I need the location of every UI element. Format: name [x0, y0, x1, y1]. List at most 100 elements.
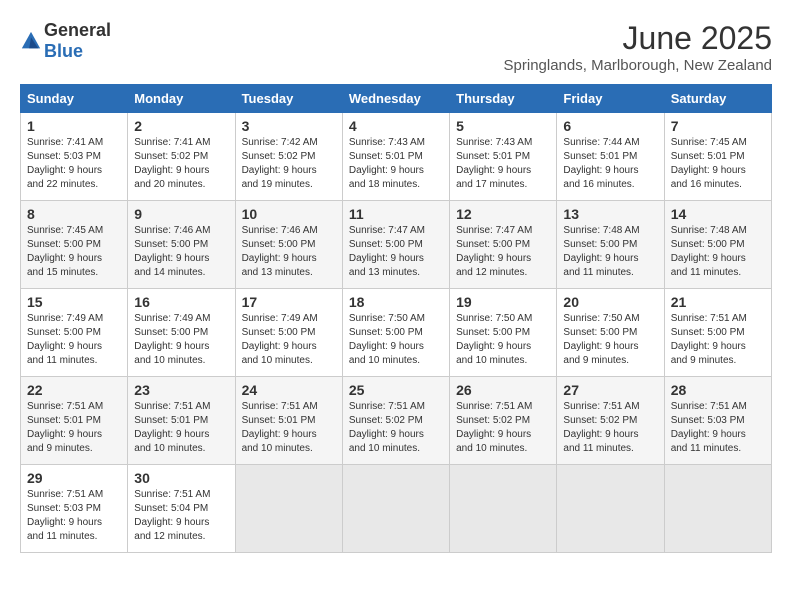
cell-w2-d3: 11 Sunrise: 7:47 AMSunset: 5:00 PMDayligh… [342, 201, 449, 289]
day-info: Sunrise: 7:51 AMSunset: 5:03 PMDaylight:… [671, 400, 765, 456]
day-info: Sunrise: 7:51 AMSunset: 5:01 PMDaylight:… [242, 400, 336, 456]
day-info: Sunrise: 7:49 AMSunset: 5:00 PMDaylight:… [242, 312, 336, 368]
day-info: Sunrise: 7:41 AMSunset: 5:02 PMDaylight:… [134, 136, 228, 192]
cell-w3-d4: 19 Sunrise: 7:50 AMSunset: 5:00 PMDayligh… [450, 289, 557, 377]
day-number: 10 [242, 206, 336, 222]
cell-w5-d1: 30Sunrise: 7:51 AMSunset: 5:04 PMDayligh… [128, 465, 235, 553]
day-info: Sunrise: 7:51 AMSunset: 5:02 PMDaylight:… [456, 400, 550, 456]
day-number: 27 [563, 382, 657, 398]
day-number: 7 [671, 118, 765, 134]
cell-w5-d2 [235, 465, 342, 553]
header-monday: Monday [128, 85, 235, 113]
day-number: 22 [27, 382, 121, 398]
calendar-table: Sunday Monday Tuesday Wednesday Thursday… [20, 84, 772, 553]
cell-w1-d5: 6Sunrise: 7:44 AMSunset: 5:01 PMDaylight… [557, 113, 664, 201]
week-row-2: 8 Sunrise: 7:45 AMSunset: 5:00 PMDaylight… [21, 201, 772, 289]
day-number: 20 [563, 294, 657, 310]
cell-w5-d5 [557, 465, 664, 553]
title-area: June 2025 Springlands, Marlborough, New … [504, 20, 772, 74]
calendar-subtitle: Springlands, Marlborough, New Zealand [504, 57, 772, 74]
cell-w2-d6: 14 Sunrise: 7:48 AMSunset: 5:00 PMDayligh… [664, 201, 771, 289]
cell-w1-d6: 7 Sunrise: 7:45 AMSunset: 5:01 PMDaylight… [664, 113, 771, 201]
cell-w1-d4: 5 Sunrise: 7:43 AMSunset: 5:01 PMDaylight… [450, 113, 557, 201]
day-number: 23 [134, 382, 228, 398]
day-info: Sunrise: 7:51 AMSunset: 5:01 PMDaylight:… [27, 400, 121, 456]
day-info: Sunrise: 7:48 AMSunset: 5:00 PMDaylight:… [671, 224, 765, 280]
header-wednesday: Wednesday [342, 85, 449, 113]
day-info: Sunrise: 7:46 AMSunset: 5:00 PMDaylight:… [134, 224, 228, 280]
logo: General Blue [20, 20, 111, 62]
day-info: Sunrise: 7:51 AMSunset: 5:00 PMDaylight:… [671, 312, 765, 368]
cell-w2-d2: 10 Sunrise: 7:46 AMSunset: 5:00 PMDayligh… [235, 201, 342, 289]
day-info: Sunrise: 7:50 AMSunset: 5:00 PMDaylight:… [456, 312, 550, 368]
cell-w2-d4: 12Sunrise: 7:47 AMSunset: 5:00 PMDayligh… [450, 201, 557, 289]
day-number: 5 [456, 118, 550, 134]
logo-blue: Blue [44, 41, 83, 61]
cell-w1-d0: 1Sunrise: 7:41 AMSunset: 5:03 PMDaylight… [21, 113, 128, 201]
day-number: 15 [27, 294, 121, 310]
day-number: 1 [27, 118, 121, 134]
day-info: Sunrise: 7:51 AMSunset: 5:02 PMDaylight:… [563, 400, 657, 456]
cell-w5-d6 [664, 465, 771, 553]
cell-w5-d4 [450, 465, 557, 553]
day-number: 25 [349, 382, 443, 398]
day-info: Sunrise: 7:50 AMSunset: 5:00 PMDaylight:… [349, 312, 443, 368]
day-info: Sunrise: 7:46 AMSunset: 5:00 PMDaylight:… [242, 224, 336, 280]
cell-w4-d3: 25 Sunrise: 7:51 AMSunset: 5:02 PMDayligh… [342, 377, 449, 465]
day-number: 12 [456, 206, 550, 222]
logo-text: General Blue [44, 20, 111, 62]
day-info: Sunrise: 7:43 AMSunset: 5:01 PMDaylight:… [456, 136, 550, 192]
cell-w3-d1: 16 Sunrise: 7:49 AMSunset: 5:00 PMDayligh… [128, 289, 235, 377]
week-row-4: 22 Sunrise: 7:51 AMSunset: 5:01 PMDayligh… [21, 377, 772, 465]
day-info: Sunrise: 7:45 AMSunset: 5:01 PMDaylight:… [671, 136, 765, 192]
day-number: 14 [671, 206, 765, 222]
day-info: Sunrise: 7:48 AMSunset: 5:00 PMDaylight:… [563, 224, 657, 280]
day-number: 16 [134, 294, 228, 310]
day-number: 9 [134, 206, 228, 222]
day-info: Sunrise: 7:49 AMSunset: 5:00 PMDaylight:… [27, 312, 121, 368]
week-row-1: 1Sunrise: 7:41 AMSunset: 5:03 PMDaylight… [21, 113, 772, 201]
week-row-3: 15 Sunrise: 7:49 AMSunset: 5:00 PMDayligh… [21, 289, 772, 377]
day-number: 4 [349, 118, 443, 134]
cell-w4-d4: 26Sunrise: 7:51 AMSunset: 5:02 PMDayligh… [450, 377, 557, 465]
day-number: 8 [27, 206, 121, 222]
week-row-5: 29Sunrise: 7:51 AMSunset: 5:03 PMDayligh… [21, 465, 772, 553]
header-sunday: Sunday [21, 85, 128, 113]
header-friday: Friday [557, 85, 664, 113]
cell-w2-d1: 9 Sunrise: 7:46 AMSunset: 5:00 PMDaylight… [128, 201, 235, 289]
day-number: 24 [242, 382, 336, 398]
day-number: 18 [349, 294, 443, 310]
day-number: 17 [242, 294, 336, 310]
day-number: 19 [456, 294, 550, 310]
cell-w2-d5: 13Sunrise: 7:48 AMSunset: 5:00 PMDayligh… [557, 201, 664, 289]
day-info: Sunrise: 7:49 AMSunset: 5:00 PMDaylight:… [134, 312, 228, 368]
header-row: Sunday Monday Tuesday Wednesday Thursday… [21, 85, 772, 113]
cell-w3-d0: 15 Sunrise: 7:49 AMSunset: 5:00 PMDayligh… [21, 289, 128, 377]
day-number: 28 [671, 382, 765, 398]
cell-w1-d3: 4 Sunrise: 7:43 AMSunset: 5:01 PMDaylight… [342, 113, 449, 201]
day-number: 21 [671, 294, 765, 310]
day-info: Sunrise: 7:51 AMSunset: 5:04 PMDaylight:… [134, 488, 228, 544]
cell-w4-d1: 23 Sunrise: 7:51 AMSunset: 5:01 PMDayligh… [128, 377, 235, 465]
header-tuesday: Tuesday [235, 85, 342, 113]
cell-w4-d5: 27 Sunrise: 7:51 AMSunset: 5:02 PMDayligh… [557, 377, 664, 465]
calendar-title: June 2025 [504, 20, 772, 57]
cell-w1-d1: 2 Sunrise: 7:41 AMSunset: 5:02 PMDaylight… [128, 113, 235, 201]
cell-w2-d0: 8 Sunrise: 7:45 AMSunset: 5:00 PMDaylight… [21, 201, 128, 289]
page-header: General Blue June 2025 Springlands, Marl… [20, 20, 772, 74]
cell-w3-d3: 18 Sunrise: 7:50 AMSunset: 5:00 PMDayligh… [342, 289, 449, 377]
day-info: Sunrise: 7:51 AMSunset: 5:01 PMDaylight:… [134, 400, 228, 456]
day-info: Sunrise: 7:51 AMSunset: 5:02 PMDaylight:… [349, 400, 443, 456]
day-number: 2 [134, 118, 228, 134]
day-info: Sunrise: 7:47 AMSunset: 5:00 PMDaylight:… [349, 224, 443, 280]
cell-w4-d2: 24 Sunrise: 7:51 AMSunset: 5:01 PMDayligh… [235, 377, 342, 465]
cell-w5-d0: 29Sunrise: 7:51 AMSunset: 5:03 PMDayligh… [21, 465, 128, 553]
day-info: Sunrise: 7:43 AMSunset: 5:01 PMDaylight:… [349, 136, 443, 192]
cell-w3-d2: 17 Sunrise: 7:49 AMSunset: 5:00 PMDayligh… [235, 289, 342, 377]
day-info: Sunrise: 7:45 AMSunset: 5:00 PMDaylight:… [27, 224, 121, 280]
day-number: 29 [27, 470, 121, 486]
day-number: 11 [349, 206, 443, 222]
cell-w3-d6: 21 Sunrise: 7:51 AMSunset: 5:00 PMDayligh… [664, 289, 771, 377]
cell-w3-d5: 20Sunrise: 7:50 AMSunset: 5:00 PMDayligh… [557, 289, 664, 377]
day-info: Sunrise: 7:42 AMSunset: 5:02 PMDaylight:… [242, 136, 336, 192]
